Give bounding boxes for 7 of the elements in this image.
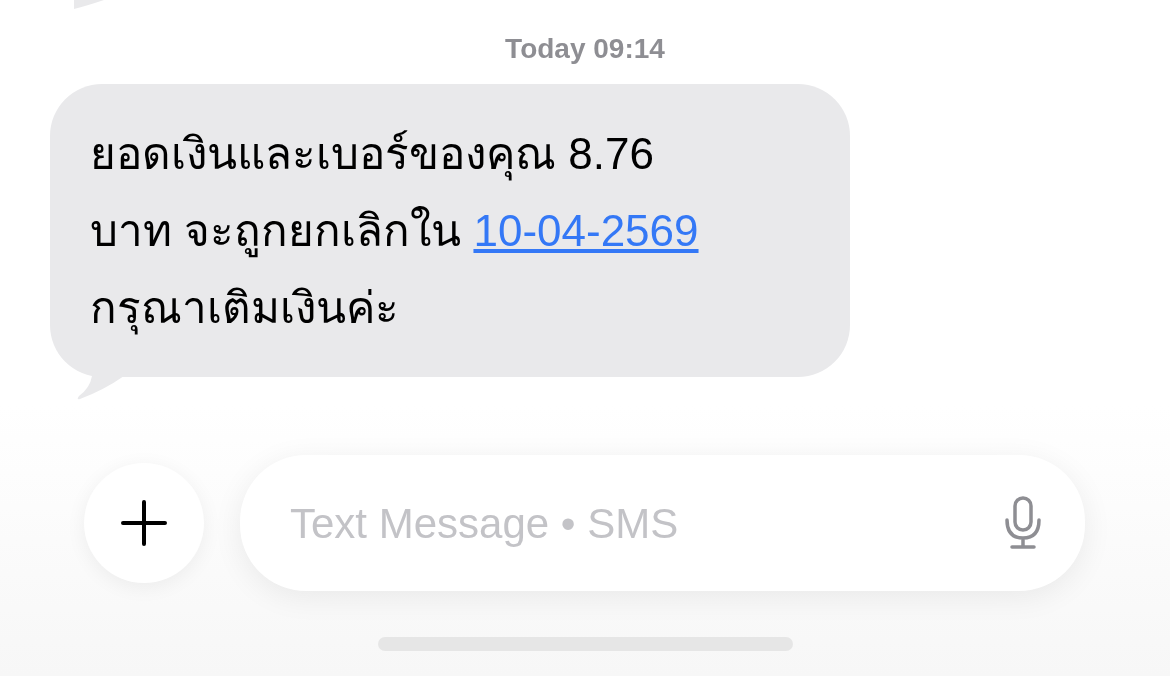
timestamp: Today 09:14	[505, 32, 665, 66]
microphone-icon[interactable]	[1003, 496, 1043, 550]
plus-icon	[121, 500, 167, 546]
message-text: ยอดเงินและเบอร์ของคุณ 8.76 บาท จะถูกยกเลิกใน 10-04-2569 กรุณาเติมเงินค่ะ	[90, 115, 714, 346]
date-link[interactable]: 10-04-2569	[473, 206, 699, 255]
message-input[interactable]: Text Message • SMS	[290, 491, 1003, 555]
message-field[interactable]: Text Message • SMS	[240, 455, 1085, 591]
